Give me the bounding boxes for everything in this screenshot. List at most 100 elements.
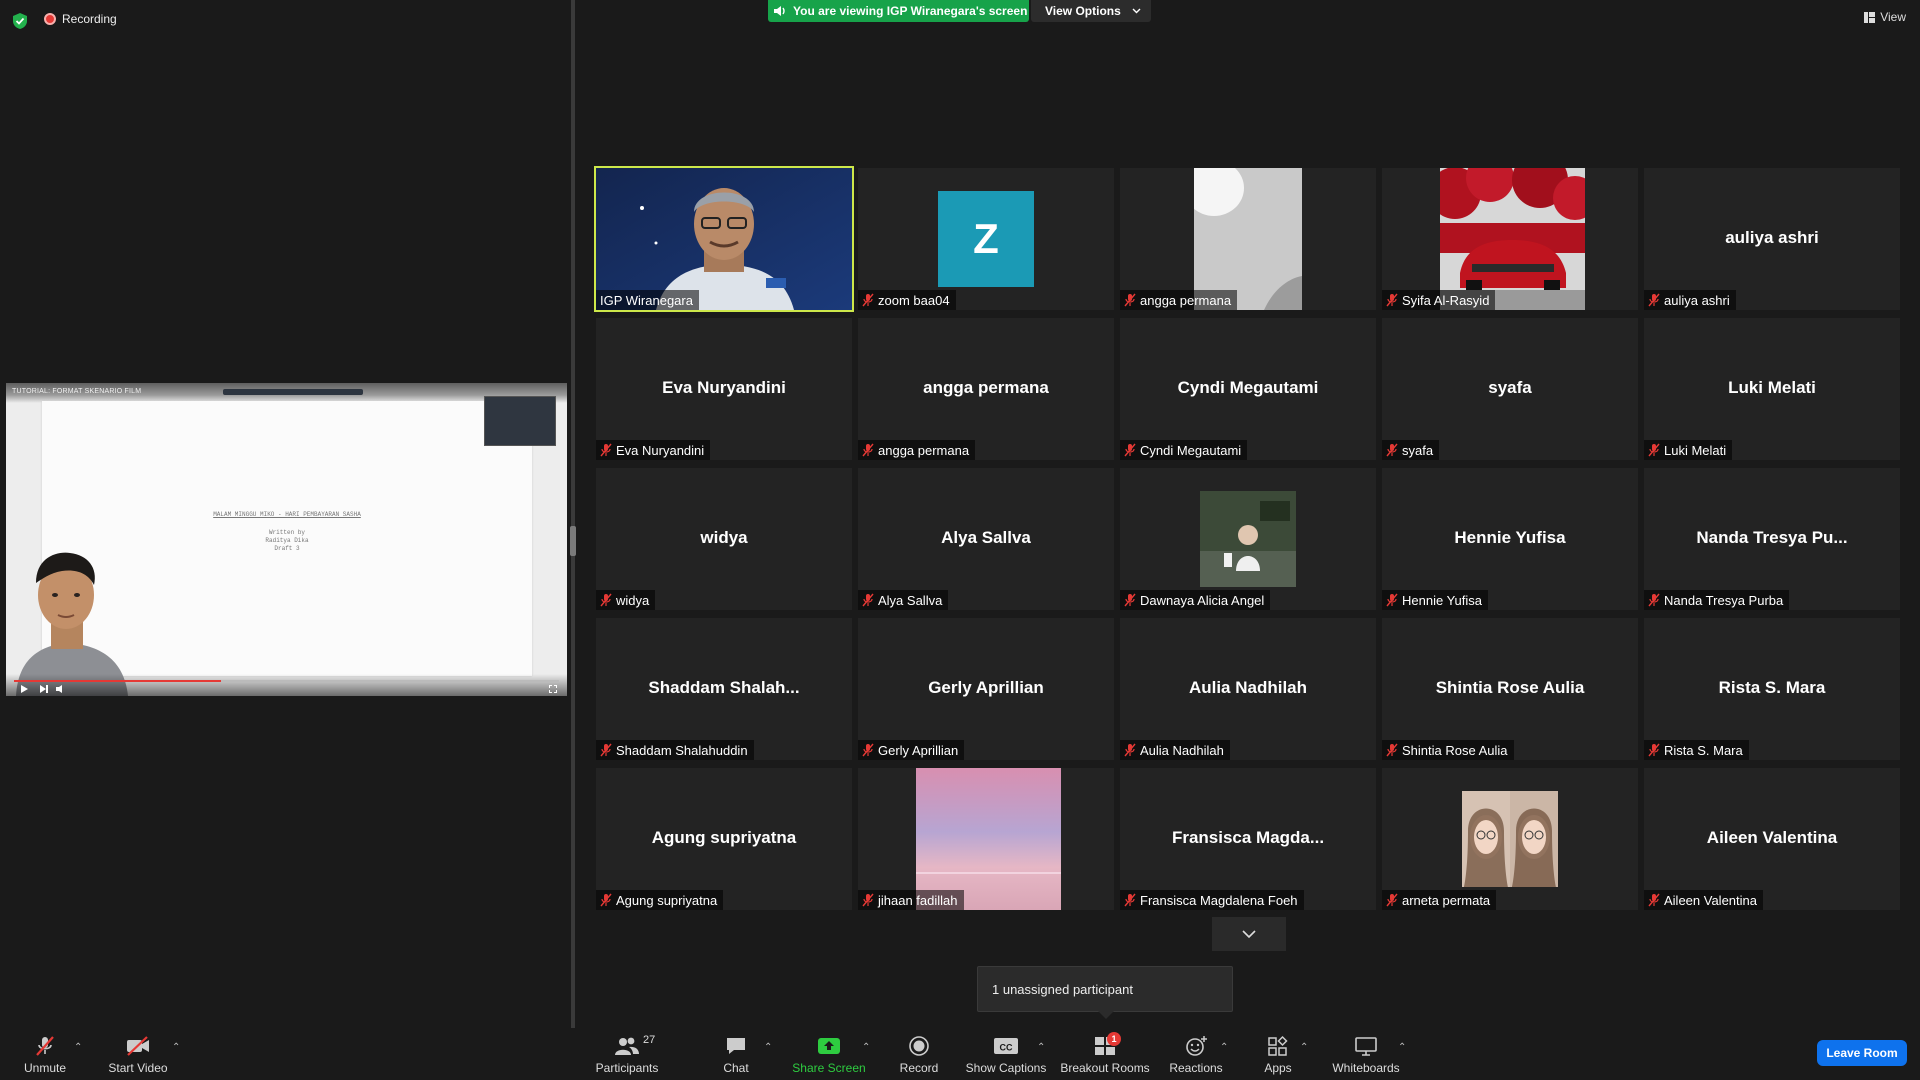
view-options-label: View Options xyxy=(1045,4,1121,18)
participant-name: Shintia Rose Aulia xyxy=(1402,742,1508,758)
participant-tile[interactable]: widya widya xyxy=(596,468,852,610)
participant-tile[interactable]: jihaan fadillah xyxy=(858,768,1114,910)
participant-tile[interactable]: Aileen Valentina Aileen Valentina xyxy=(1644,768,1900,910)
participant-name-label: Aulia Nadhilah xyxy=(1120,740,1230,760)
participant-name: Dawnaya Alicia Angel xyxy=(1140,592,1265,608)
participant-name-label: Dawnaya Alicia Angel xyxy=(1120,590,1271,610)
microphone-muted-icon xyxy=(862,293,874,307)
participant-tile[interactable]: Cyndi Megautami Cyndi Megautami xyxy=(1120,318,1376,460)
participant-name: Aulia Nadhilah xyxy=(1140,742,1224,758)
apps-label: Apps xyxy=(1264,1061,1292,1075)
participant-name: angga permana xyxy=(878,442,970,458)
whiteboard-icon xyxy=(1355,1037,1377,1056)
participant-tile[interactable]: Nanda Tresya Pu... Nanda Tresya Purba xyxy=(1644,468,1900,610)
participant-name-label: Shintia Rose Aulia xyxy=(1382,740,1514,760)
participant-tile[interactable]: Aulia Nadhilah Aulia Nadhilah xyxy=(1120,618,1376,760)
view-label: View xyxy=(1880,10,1906,24)
chat-button[interactable]: Chat xyxy=(716,1028,756,1080)
meeting-toolbar: Unmute ⌃ Start Video ⌃ 27 Participants C… xyxy=(0,1028,1920,1080)
microphone-muted-icon xyxy=(862,593,874,607)
view-layout-button[interactable]: View xyxy=(1864,10,1906,24)
video-progress-bar[interactable] xyxy=(14,680,559,682)
leave-room-button[interactable]: Leave Room xyxy=(1817,1040,1907,1066)
microphone-muted-icon xyxy=(1386,593,1398,607)
fullscreen-icon[interactable] xyxy=(549,685,557,693)
breakout-rooms-label: Breakout Rooms xyxy=(1060,1061,1150,1075)
video-player-controls[interactable] xyxy=(6,674,567,696)
recording-indicator[interactable]: Recording xyxy=(44,12,117,26)
participant-name: Nanda Tresya Purba xyxy=(1664,592,1784,608)
participant-display-name: Cyndi Megautami xyxy=(1177,378,1319,397)
play-icon[interactable] xyxy=(20,685,28,693)
captions-options-caret-icon[interactable]: ⌃ xyxy=(1037,1042,1045,1053)
microphone-muted-icon xyxy=(1124,293,1136,307)
participant-tile[interactable]: Zzoom baa04 xyxy=(858,168,1114,310)
gallery-next-page-button[interactable] xyxy=(1212,917,1286,951)
microphone-muted-icon xyxy=(1386,293,1398,307)
participant-tile[interactable]: Shaddam Shalah... Shaddam Shalahuddin xyxy=(596,618,852,760)
participant-name-label: angga permana xyxy=(1120,290,1238,310)
microphone-muted-icon xyxy=(862,893,874,907)
chat-options-caret-icon[interactable]: ⌃ xyxy=(764,1042,772,1053)
start-video-label: Start Video xyxy=(108,1061,168,1075)
share-options-caret-icon[interactable]: ⌃ xyxy=(862,1042,870,1053)
participant-name: Shaddam Shalahuddin xyxy=(616,742,748,758)
chevron-down-icon xyxy=(1242,929,1256,938)
participant-tile[interactable]: auliya ashri auliya ashri xyxy=(1644,168,1900,310)
apps-button[interactable]: Apps xyxy=(1262,1028,1294,1080)
participant-name: arneta permata xyxy=(1402,892,1491,908)
volume-icon[interactable] xyxy=(56,685,65,693)
participant-tile[interactable]: Gerly Aprillian Gerly Aprillian xyxy=(858,618,1114,760)
participant-tile[interactable]: Shintia Rose Aulia Shintia Rose Aulia xyxy=(1382,618,1638,760)
audio-options-caret-icon[interactable]: ⌃ xyxy=(74,1042,82,1053)
microphone-muted-icon xyxy=(1386,743,1398,757)
reactions-options-caret-icon[interactable]: ⌃ xyxy=(1220,1042,1228,1053)
microphone-muted-icon xyxy=(600,743,612,757)
microphone-muted-icon xyxy=(1386,893,1398,907)
whiteboards-button[interactable]: Whiteboards xyxy=(1328,1028,1404,1080)
participant-name: widya xyxy=(616,592,650,608)
participant-tile[interactable]: angga permana xyxy=(1120,168,1376,310)
doc-written-by: Written by xyxy=(268,529,305,536)
participant-tile[interactable]: arneta permata xyxy=(1382,768,1638,910)
unmute-button[interactable]: Unmute xyxy=(20,1028,70,1080)
shared-video-title: TUTORIAL: FORMAT SKENARIO FILM xyxy=(12,388,142,395)
participant-tile[interactable]: syafa syafa xyxy=(1382,318,1638,460)
participants-button[interactable]: 27 Participants xyxy=(590,1028,664,1080)
video-options-caret-icon[interactable]: ⌃ xyxy=(172,1042,180,1053)
pane-resize-handle[interactable] xyxy=(570,526,576,556)
participant-tile[interactable]: IGP Wiranegara xyxy=(594,166,854,312)
record-button[interactable]: Record xyxy=(896,1028,942,1080)
show-captions-button[interactable]: CC Show Captions xyxy=(964,1028,1048,1080)
breakout-rooms-button[interactable]: 1 Breakout Rooms xyxy=(1060,1028,1150,1080)
participant-name: auliya ashri xyxy=(1664,292,1730,308)
participant-tile[interactable]: Fransisca Magda... Fransisca Magdalena Fo… xyxy=(1120,768,1376,910)
participant-display-name: angga permana xyxy=(923,378,1049,397)
next-icon[interactable] xyxy=(40,685,48,693)
apps-options-caret-icon[interactable]: ⌃ xyxy=(1300,1042,1308,1053)
participant-name-label: arneta permata xyxy=(1382,890,1497,910)
participant-tile[interactable]: Dawnaya Alicia Angel xyxy=(1120,468,1376,610)
participant-tile[interactable]: Eva Nuryandini Eva Nuryandini xyxy=(596,318,852,460)
participant-display-name: Luki Melati xyxy=(1728,378,1816,397)
participant-tile[interactable]: Hennie Yufisa Hennie Yufisa xyxy=(1382,468,1638,610)
participant-tile[interactable]: Rista S. Mara Rista S. Mara xyxy=(1644,618,1900,760)
microphone-muted-icon xyxy=(1648,443,1660,457)
reactions-button[interactable]: Reactions xyxy=(1169,1028,1223,1080)
participant-tile[interactable]: Luki Melati Luki Melati xyxy=(1644,318,1900,460)
video-progress-fill xyxy=(14,680,222,682)
participant-name: Aileen Valentina xyxy=(1664,892,1757,908)
security-shield-icon[interactable] xyxy=(12,12,28,30)
view-options-dropdown[interactable]: View Options xyxy=(1031,0,1151,22)
share-screen-button[interactable]: Share Screen xyxy=(790,1028,868,1080)
microphone-muted-icon xyxy=(1648,893,1660,907)
participant-tile[interactable]: Agung supriyatna Agung supriyatna xyxy=(596,768,852,910)
participant-name: Fransisca Magdalena Foeh xyxy=(1140,892,1298,908)
participant-tile[interactable]: Syifa Al-Rasyid xyxy=(1382,168,1638,310)
whiteboards-options-caret-icon[interactable]: ⌃ xyxy=(1398,1042,1406,1053)
participant-tile[interactable]: Alya Sallva Alya Sallva xyxy=(858,468,1114,610)
participant-tile[interactable]: angga permana angga permana xyxy=(858,318,1114,460)
share-screen-label: Share Screen xyxy=(792,1061,866,1075)
start-video-button[interactable]: Start Video xyxy=(104,1028,172,1080)
shared-screen-content[interactable]: TUTORIAL: FORMAT SKENARIO FILM MALAM MIN… xyxy=(6,383,567,696)
